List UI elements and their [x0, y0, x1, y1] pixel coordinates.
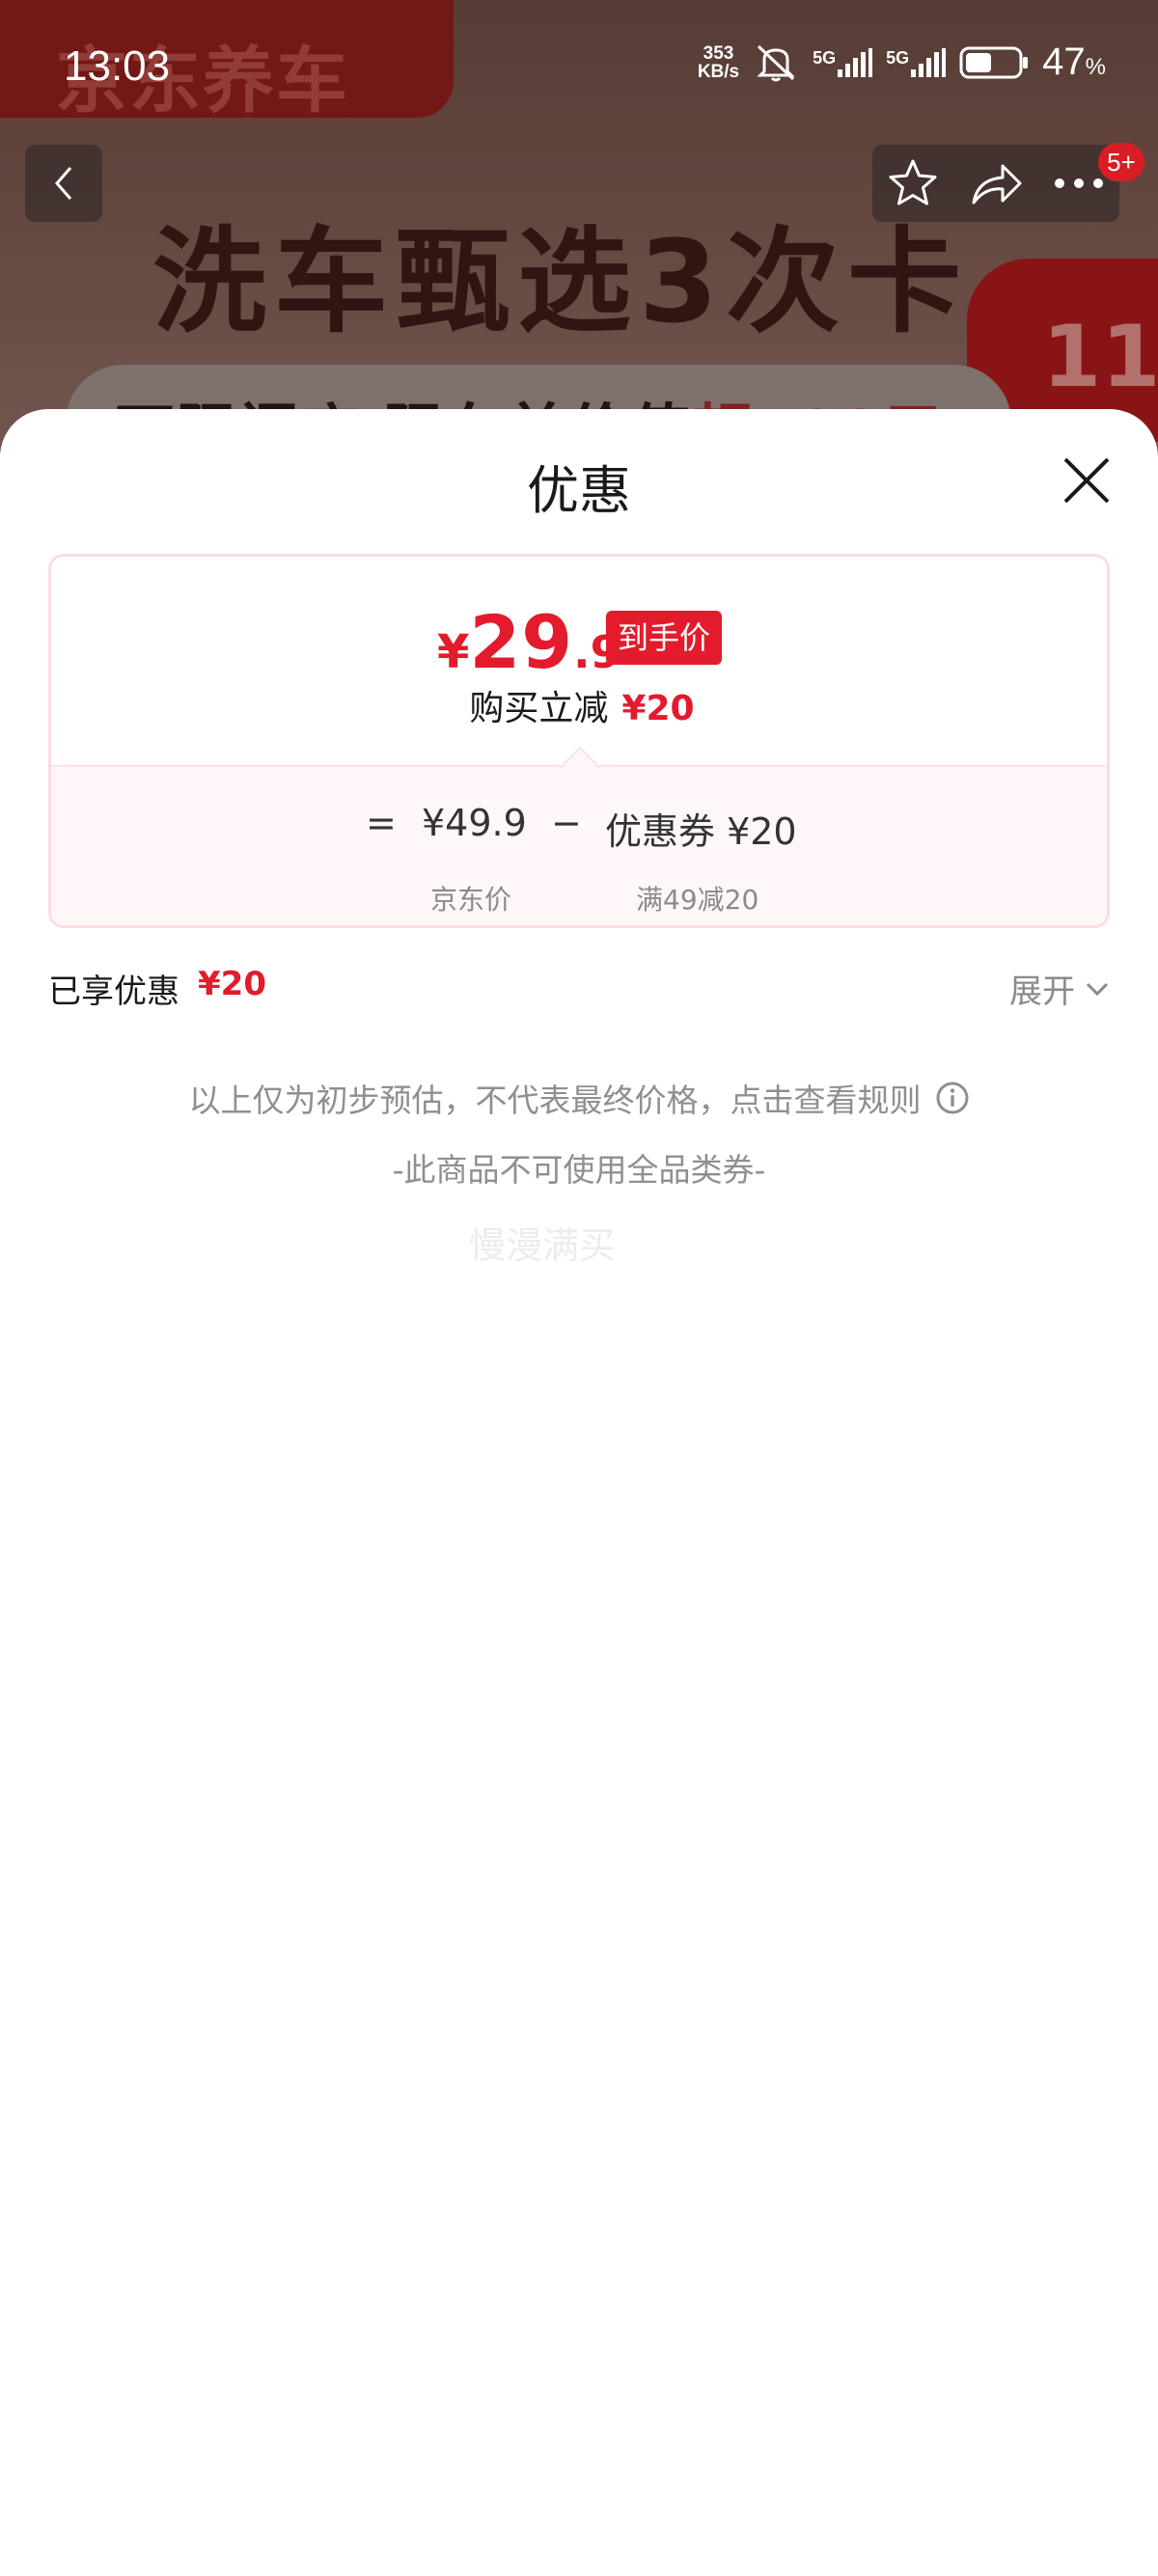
back-button[interactable]: [25, 145, 102, 222]
watermark: 慢漫满买: [469, 1224, 617, 1267]
info-icon[interactable]: [935, 1081, 970, 1115]
header-actions: [872, 145, 1119, 222]
enjoyed-label: 已享优惠: [48, 973, 179, 1011]
price-formula: = ¥49.9 京东价 − 优惠券 ¥20 满49减20: [51, 802, 1107, 916]
share-icon[interactable]: [968, 158, 1024, 208]
notification-badge: 5+: [1098, 143, 1144, 181]
network-speed: 353 KB/s: [698, 44, 739, 81]
status-time: 13:03: [64, 42, 171, 90]
price-breakdown-card: ¥29.9 到手价 购买立减 ¥20 = ¥49.9 京东价 − 优惠券 ¥20 …: [48, 554, 1110, 928]
rules-notice-text: 以上仅为初步预估，不代表最终价格，点击查看规则: [188, 1082, 922, 1119]
mute-bell-icon: [757, 44, 795, 81]
battery-percent-symbol: %: [1085, 54, 1106, 80]
status-icons: 353 KB/s 5G 5G 47%: [698, 41, 1106, 84]
battery-percent: 47%: [1042, 41, 1106, 84]
page: 京东养车 洗车甄选3次卡 11.11 不限门店 限车美价值超100元 13:03…: [0, 0, 1158, 2576]
final-price-tag: 到手价: [606, 611, 723, 665]
signal-5g-1: 5G: [813, 47, 873, 77]
final-price-section: ¥29.9 到手价 购买立减 ¥20: [51, 557, 1107, 765]
enjoyed-amount: ¥20: [198, 965, 266, 1003]
battery-icon: [959, 46, 1029, 78]
minus-sign: −: [551, 802, 582, 844]
expand-button[interactable]: 展开: [1009, 965, 1110, 1012]
status-bar: 13:03 353 KB/s 5G 5G 47%: [0, 0, 1158, 135]
more-icon[interactable]: [1052, 176, 1106, 191]
expand-label: 展开: [1009, 973, 1075, 1011]
chevron-left-icon: [55, 167, 72, 200]
signal-label: 5G: [813, 47, 837, 68]
final-price: ¥29.9: [437, 599, 621, 685]
star-icon[interactable]: [886, 156, 940, 210]
sheet-title: 优惠: [527, 460, 631, 521]
signal-label: 5G: [886, 47, 910, 68]
reduction-label: 购买立减: [469, 689, 609, 728]
coupon-restriction-notice: -此商品不可使用全品类券-: [392, 1151, 766, 1189]
coupon-amount: 优惠券 ¥20: [605, 810, 797, 853]
enjoyed-discount-row: 已享优惠 ¥20 展开: [48, 959, 1110, 1017]
base-price: ¥49.9: [422, 802, 527, 844]
signal-bars-icon: [911, 47, 947, 77]
coupon-rule: 满49减20: [636, 884, 759, 916]
final-price-currency: ¥: [437, 625, 470, 679]
signal-5g-2: 5G: [886, 47, 947, 77]
chevron-down-icon: [1086, 982, 1109, 996]
close-icon[interactable]: [1058, 452, 1116, 509]
signal-bars-icon: [838, 47, 873, 77]
instant-reduction: 购买立减 ¥20: [51, 680, 1107, 730]
network-speed-value: 353: [703, 42, 734, 64]
discount-sheet: 优惠 ¥29.9 到手价 购买立减 ¥20 = ¥49.9 京东价 − 优惠券 ¥…: [0, 409, 1158, 2576]
final-price-integer: 29: [469, 599, 574, 685]
base-price-label: 京东价: [430, 884, 512, 916]
equals-sign: =: [366, 802, 397, 844]
price-formula-section: = ¥49.9 京东价 − 优惠券 ¥20 满49减20: [51, 765, 1107, 925]
network-speed-unit: KB/s: [697, 61, 740, 82]
rules-notice[interactable]: 以上仅为初步预估，不代表最终价格，点击查看规则: [0, 1075, 1158, 1121]
reduction-amount: ¥20: [621, 689, 695, 728]
battery-percent-value: 47: [1042, 41, 1086, 83]
